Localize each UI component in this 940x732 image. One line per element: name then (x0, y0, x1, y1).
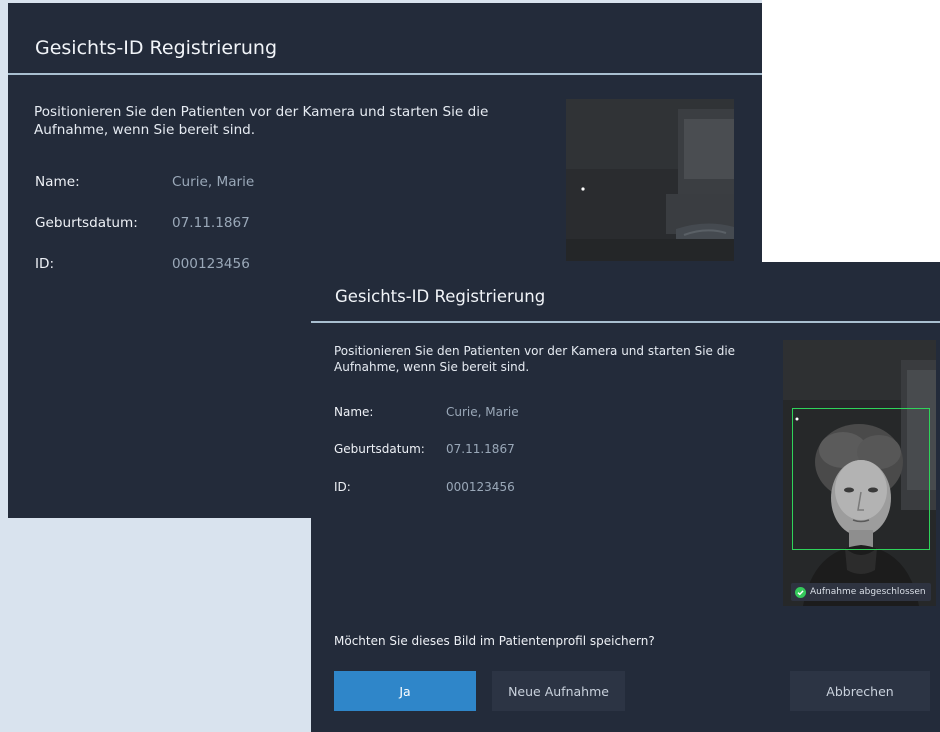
face-id-dialog: Gesichts-ID Registrierung Positionieren … (311, 262, 940, 732)
name-value: Curie, Marie (172, 174, 255, 190)
dialog-title: Gesichts-ID Registrierung (335, 287, 546, 306)
dialog-title: Gesichts-ID Registrierung (35, 37, 278, 59)
yes-button[interactable]: Ja (334, 671, 476, 711)
birthdate-label: Geburtsdatum: (334, 442, 425, 456)
id-value: 000123456 (446, 480, 515, 494)
name-label: Name: (35, 174, 80, 190)
birthdate-value: 07.11.1867 (446, 442, 515, 456)
id-value: 000123456 (172, 256, 250, 272)
camera-preview: Aufnahme abgeschlossen (783, 340, 936, 606)
id-label: ID: (334, 480, 351, 494)
birthdate-value: 07.11.1867 (172, 215, 250, 231)
cancel-button[interactable]: Abbrechen (790, 671, 930, 711)
camera-feed-empty-room-icon (566, 99, 734, 261)
face-detection-box (792, 408, 930, 550)
title-divider (8, 73, 762, 75)
title-divider (311, 321, 940, 323)
instruction-text: Positionieren Sie den Patienten vor der … (34, 104, 489, 139)
screen-background (762, 0, 940, 262)
name-label: Name: (334, 405, 374, 419)
instruction-text: Positionieren Sie den Patienten vor der … (334, 344, 736, 375)
capture-status-badge: Aufnahme abgeschlossen (791, 583, 931, 601)
save-question: Möchten Sie dieses Bild im Patientenprof… (334, 634, 655, 648)
birthdate-label: Geburtsdatum: (35, 215, 138, 231)
name-value: Curie, Marie (446, 405, 519, 419)
id-label: ID: (35, 256, 55, 272)
capture-status-text: Aufnahme abgeschlossen (810, 587, 926, 597)
retake-button[interactable]: Neue Aufnahme (492, 671, 625, 711)
check-circle-icon (795, 586, 806, 598)
camera-preview (566, 99, 734, 261)
